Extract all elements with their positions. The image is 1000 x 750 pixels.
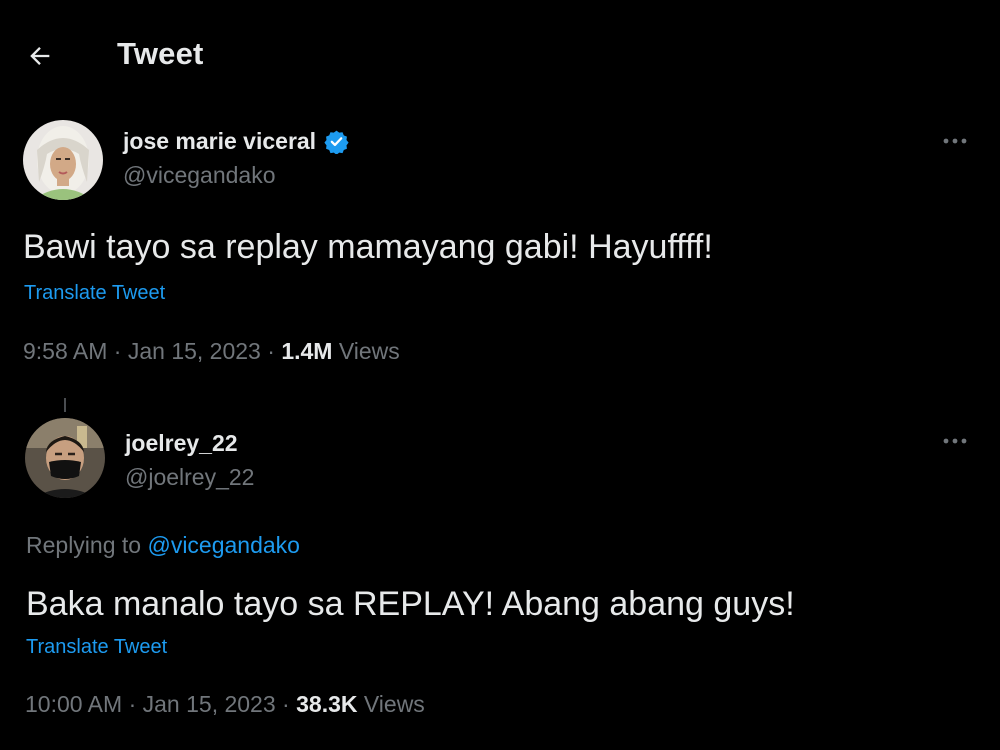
replying-to-line: Replying to @vicegandako — [26, 532, 300, 559]
author-handle[interactable]: @joelrey_22 — [125, 464, 254, 491]
views-count[interactable]: 38.3K — [296, 691, 357, 717]
author-display-name[interactable]: jose marie viceral — [123, 128, 316, 155]
top-header: Tweet — [0, 0, 1000, 110]
meta-separator: · — [267, 338, 275, 364]
author-display-name[interactable]: joelrey_22 — [125, 430, 238, 457]
back-button[interactable] — [22, 38, 58, 74]
page-title: Tweet — [117, 36, 204, 71]
replying-to-prefix: Replying to — [26, 532, 142, 558]
more-options-button[interactable] — [935, 126, 975, 156]
tweet-date[interactable]: Jan 15, 2023 — [143, 691, 276, 717]
views-label: Views — [338, 338, 400, 364]
meta-separator: · — [128, 691, 137, 717]
verified-badge-icon — [324, 130, 349, 154]
avatar[interactable] — [25, 418, 105, 498]
replying-to-mention[interactable]: @vicegandako — [147, 532, 300, 558]
avatar-image — [25, 418, 105, 498]
tweet-time[interactable]: 10:00 AM — [25, 691, 122, 717]
tweet-meta: 9:58 AM · Jan 15, 2023 · 1.4M Views — [23, 338, 400, 365]
author-handle[interactable]: @vicegandako — [123, 162, 276, 189]
author-row: jose marie viceral — [123, 128, 349, 155]
more-options-icon — [943, 438, 967, 444]
tweet-text: Bawi tayo sa replay mamayang gabi! Hayuf… — [23, 228, 713, 266]
tweet-date[interactable]: Jan 15, 2023 — [128, 338, 261, 364]
more-options-button[interactable] — [935, 426, 975, 456]
translate-tweet-link[interactable]: Translate Tweet — [24, 282, 165, 305]
tweet-text: Baka manalo tayo sa REPLAY! Abang abang … — [26, 585, 795, 623]
views-label: Views — [363, 691, 425, 717]
back-arrow-icon — [30, 47, 50, 65]
thread-connector-line — [64, 398, 66, 412]
views-count[interactable]: 1.4M — [281, 338, 332, 364]
more-options-icon — [943, 138, 967, 144]
meta-separator: · — [113, 338, 122, 364]
meta-separator: · — [282, 691, 290, 717]
translate-tweet-link[interactable]: Translate Tweet — [26, 636, 167, 659]
avatar[interactable] — [23, 120, 103, 200]
tweet-time[interactable]: 9:58 AM — [23, 338, 107, 364]
author-row: joelrey_22 — [125, 430, 238, 457]
avatar-image — [23, 120, 103, 200]
tweet-meta: 10:00 AM · Jan 15, 2023 · 38.3K Views — [25, 691, 425, 718]
